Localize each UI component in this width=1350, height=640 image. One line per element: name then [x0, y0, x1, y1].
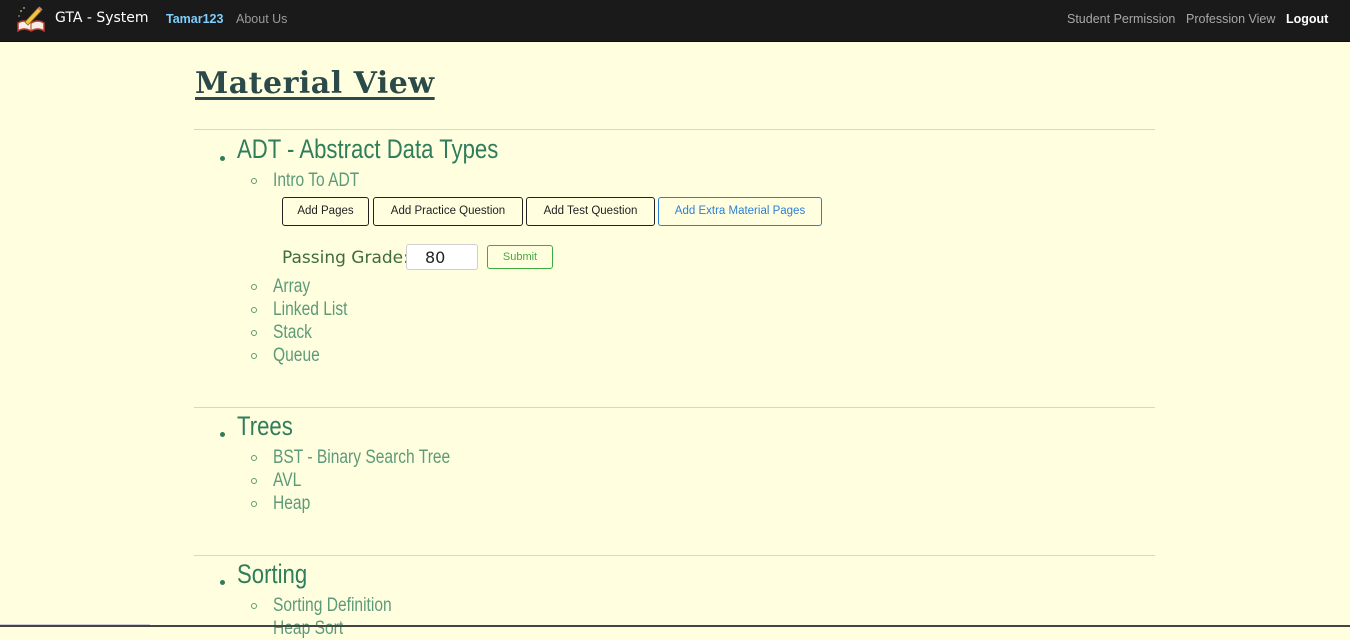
- add-pages-button[interactable]: Add Pages: [282, 197, 369, 226]
- list-bullet: [251, 501, 257, 507]
- section-bullet: [220, 580, 225, 585]
- list-bullet: [251, 603, 257, 609]
- passing-grade-input[interactable]: [406, 244, 478, 270]
- list-item-stack[interactable]: Stack: [273, 322, 312, 344]
- section-divider: [194, 129, 1155, 130]
- nav-logout-link[interactable]: Logout: [1286, 12, 1328, 26]
- passing-grade-label: Passing Grade:: [282, 248, 409, 268]
- list-item-array[interactable]: Array: [273, 276, 310, 298]
- list-bullet: [251, 455, 257, 461]
- nav-about-link[interactable]: About Us: [236, 12, 287, 26]
- list-item-bst[interactable]: BST - Binary Search Tree: [273, 447, 450, 469]
- section-title-sorting[interactable]: Sorting: [237, 559, 307, 590]
- book-pencil-icon[interactable]: [16, 5, 46, 33]
- list-item-linked-list[interactable]: Linked List: [273, 299, 347, 321]
- section-bullet: [220, 432, 225, 437]
- add-test-question-button[interactable]: Add Test Question: [526, 197, 655, 226]
- section-divider: [194, 555, 1155, 556]
- add-extra-material-pages-button[interactable]: Add Extra Material Pages: [658, 197, 822, 226]
- list-item-sorting-definition[interactable]: Sorting Definition: [273, 595, 392, 617]
- list-item-intro-to-adt[interactable]: Intro To ADT: [273, 170, 359, 192]
- list-bullet: [251, 284, 257, 290]
- list-item-heap-sort[interactable]: Heap Sort: [273, 618, 343, 640]
- list-bullet: [251, 353, 257, 359]
- list-bullet: [251, 178, 257, 184]
- list-bullet: [251, 478, 257, 484]
- list-item-heap[interactable]: Heap: [273, 493, 310, 515]
- list-bullet: [251, 307, 257, 313]
- page-title: Material View: [195, 66, 435, 101]
- top-navbar: GTA - System Tamar123 About Us Student P…: [0, 0, 1350, 42]
- nav-student-permission-link[interactable]: Student Permission: [1067, 12, 1175, 26]
- list-item-queue[interactable]: Queue: [273, 345, 320, 367]
- section-divider: [194, 407, 1155, 408]
- section-title-trees[interactable]: Trees: [237, 411, 293, 442]
- list-item-avl[interactable]: AVL: [273, 470, 301, 492]
- nav-profession-view-link[interactable]: Profession View: [1186, 12, 1275, 26]
- add-practice-question-button[interactable]: Add Practice Question: [373, 197, 523, 226]
- nav-user-link[interactable]: Tamar123: [166, 12, 223, 26]
- brand-name[interactable]: GTA - System: [55, 10, 149, 26]
- list-bullet: [251, 330, 257, 336]
- section-title-adt[interactable]: ADT - Abstract Data Types: [237, 134, 498, 165]
- section-bullet: [220, 156, 225, 161]
- submit-button[interactable]: Submit: [487, 245, 553, 269]
